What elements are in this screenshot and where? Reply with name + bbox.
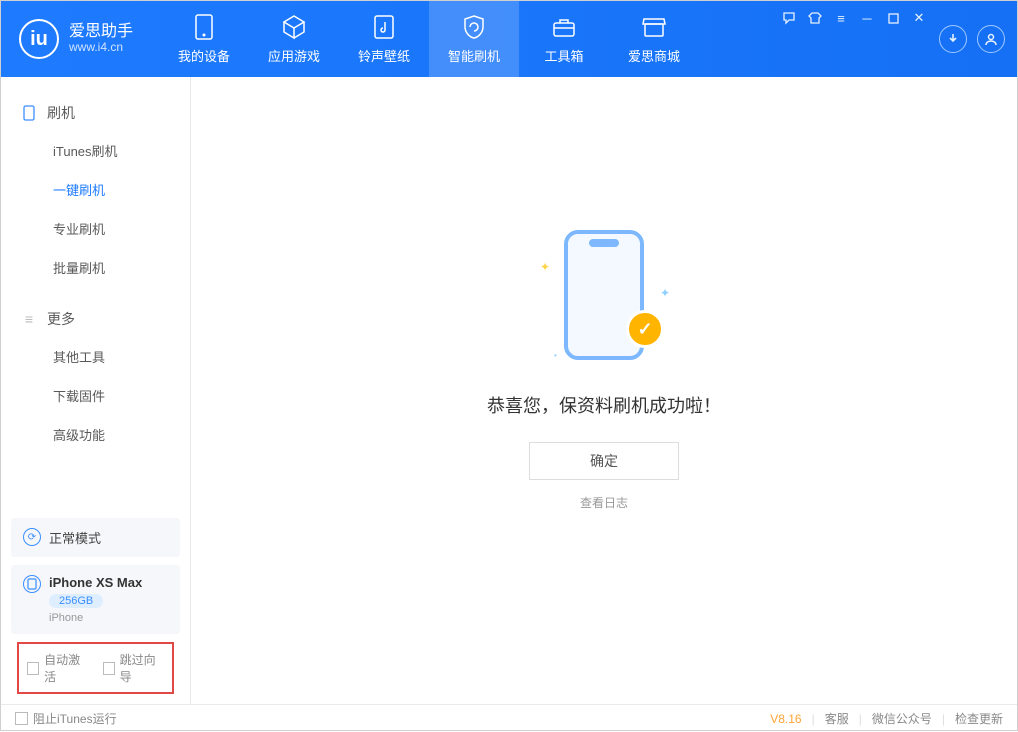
main-tabs: 我的设备 应用游戏 铃声壁纸 智能刷机 工具箱 爱思商城 — [159, 1, 699, 77]
download-button[interactable] — [939, 25, 967, 53]
tab-apps-games[interactable]: 应用游戏 — [249, 1, 339, 77]
version-label: V8.16 — [770, 712, 801, 726]
checkbox-label: 自动激活 — [44, 651, 88, 685]
sparkle-icon: ✦ — [540, 260, 550, 274]
sidebar-item-one-click-flash[interactable]: 一键刷机 — [1, 170, 190, 209]
header-right: ≡ ─ ✕ — [773, 8, 1017, 70]
sparkle-icon: • — [554, 351, 557, 360]
checkbox-icon — [27, 662, 39, 675]
tab-label: 爱思商城 — [628, 46, 680, 65]
divider: | — [812, 712, 815, 726]
device-phone-icon — [23, 575, 41, 593]
tab-label: 铃声壁纸 — [358, 46, 410, 65]
cube-icon — [281, 14, 307, 40]
minimize-button[interactable]: ─ — [857, 8, 877, 28]
app-url: www.i4.cn — [69, 41, 133, 55]
maximize-button[interactable] — [883, 8, 903, 28]
phone-outline-icon — [21, 105, 37, 121]
sidebar-item-batch-flash[interactable]: 批量刷机 — [1, 248, 190, 287]
view-log-link[interactable]: 查看日志 — [580, 494, 628, 511]
tab-store[interactable]: 爱思商城 — [609, 1, 699, 77]
divider: | — [859, 712, 862, 726]
footer-right: V8.16 | 客服 | 微信公众号 | 检查更新 — [770, 710, 1003, 727]
sidebar-item-pro-flash[interactable]: 专业刷机 — [1, 209, 190, 248]
list-icon: ≡ — [21, 311, 37, 327]
toolbox-icon — [551, 14, 577, 40]
sidebar-item-itunes-flash[interactable]: iTunes刷机 — [1, 131, 190, 170]
section-title: 刷机 — [47, 103, 75, 123]
sidebar-section-flash: 刷机 — [1, 95, 190, 131]
ok-button[interactable]: 确定 — [529, 442, 679, 480]
sidebar-bottom: ⟳ 正常模式 iPhone XS Max 256GB iPhone 自动激活 — [1, 508, 190, 704]
refresh-icon: ⟳ — [23, 528, 41, 546]
app-title: 爱思助手 — [69, 23, 133, 41]
checkbox-skip-guide[interactable]: 跳过向导 — [103, 651, 165, 685]
tab-smart-flash[interactable]: 智能刷机 — [429, 1, 519, 77]
highlighted-checkbox-row: 自动激活 跳过向导 — [17, 642, 174, 694]
tab-label: 应用游戏 — [268, 46, 320, 65]
sidebar-section-more: ≡ 更多 — [1, 301, 190, 337]
logo-icon: iu — [19, 19, 59, 59]
user-button[interactable] — [977, 25, 1005, 53]
sidebar-item-advanced[interactable]: 高级功能 — [1, 415, 190, 454]
header-bar: iu 爱思助手 www.i4.cn 我的设备 应用游戏 铃声壁纸 智能刷机 工具… — [1, 1, 1017, 77]
checkmark-badge-icon: ✓ — [626, 310, 664, 348]
footer-link-support[interactable]: 客服 — [825, 710, 849, 727]
tab-ringtones-wallpapers[interactable]: 铃声壁纸 — [339, 1, 429, 77]
checkbox-icon — [15, 712, 28, 725]
sidebar-item-download-firmware[interactable]: 下载固件 — [1, 376, 190, 415]
main-content: ✦ ✦ • ✓ 恭喜您，保资料刷机成功啦！ 确定 查看日志 — [191, 77, 1017, 704]
logo[interactable]: iu 爱思助手 www.i4.cn — [1, 19, 149, 59]
device-name: iPhone XS Max — [49, 575, 142, 590]
footer-bar: 阻止iTunes运行 V8.16 | 客服 | 微信公众号 | 检查更新 — [1, 704, 1017, 732]
feedback-icon[interactable] — [779, 8, 799, 28]
success-message: 恭喜您，保资料刷机成功啦！ — [487, 392, 721, 418]
footer-link-check-update[interactable]: 检查更新 — [955, 710, 1003, 727]
shield-refresh-icon — [461, 14, 487, 40]
device-type: iPhone — [49, 612, 142, 624]
checkbox-block-itunes[interactable]: 阻止iTunes运行 — [15, 710, 117, 727]
checkbox-label: 跳过向导 — [120, 651, 164, 685]
status-mode-label: 正常模式 — [49, 528, 101, 547]
device-icon — [191, 14, 217, 40]
checkbox-label: 阻止iTunes运行 — [33, 710, 117, 727]
section-title: 更多 — [47, 309, 75, 329]
divider: | — [942, 712, 945, 726]
skin-icon[interactable] — [805, 8, 825, 28]
device-capacity: 256GB — [49, 594, 103, 608]
device-card[interactable]: iPhone XS Max 256GB iPhone — [11, 565, 180, 634]
success-illustration: ✦ ✦ • ✓ — [534, 230, 674, 370]
footer-link-wechat[interactable]: 微信公众号 — [872, 710, 932, 727]
music-file-icon — [371, 14, 397, 40]
status-mode-card[interactable]: ⟳ 正常模式 — [11, 518, 180, 557]
tab-label: 智能刷机 — [448, 46, 500, 65]
store-icon — [641, 14, 667, 40]
sidebar-item-other-tools[interactable]: 其他工具 — [1, 337, 190, 376]
sparkle-icon: ✦ — [660, 286, 670, 300]
checkbox-auto-activate[interactable]: 自动激活 — [27, 651, 89, 685]
sidebar: 刷机 iTunes刷机 一键刷机 专业刷机 批量刷机 ≡ 更多 其他工具 下载固… — [1, 77, 191, 704]
window-controls: ≡ ─ ✕ — [779, 8, 929, 28]
checkbox-icon — [103, 662, 115, 675]
tab-label: 工具箱 — [545, 46, 584, 65]
tab-my-device[interactable]: 我的设备 — [159, 1, 249, 77]
tab-toolbox[interactable]: 工具箱 — [519, 1, 609, 77]
close-button[interactable]: ✕ — [909, 8, 929, 28]
body: 刷机 iTunes刷机 一键刷机 专业刷机 批量刷机 ≡ 更多 其他工具 下载固… — [1, 77, 1017, 704]
tab-label: 我的设备 — [178, 46, 230, 65]
device-info: iPhone XS Max 256GB iPhone — [49, 575, 142, 624]
logo-text: 爱思助手 www.i4.cn — [69, 23, 133, 55]
menu-icon[interactable]: ≡ — [831, 8, 851, 28]
